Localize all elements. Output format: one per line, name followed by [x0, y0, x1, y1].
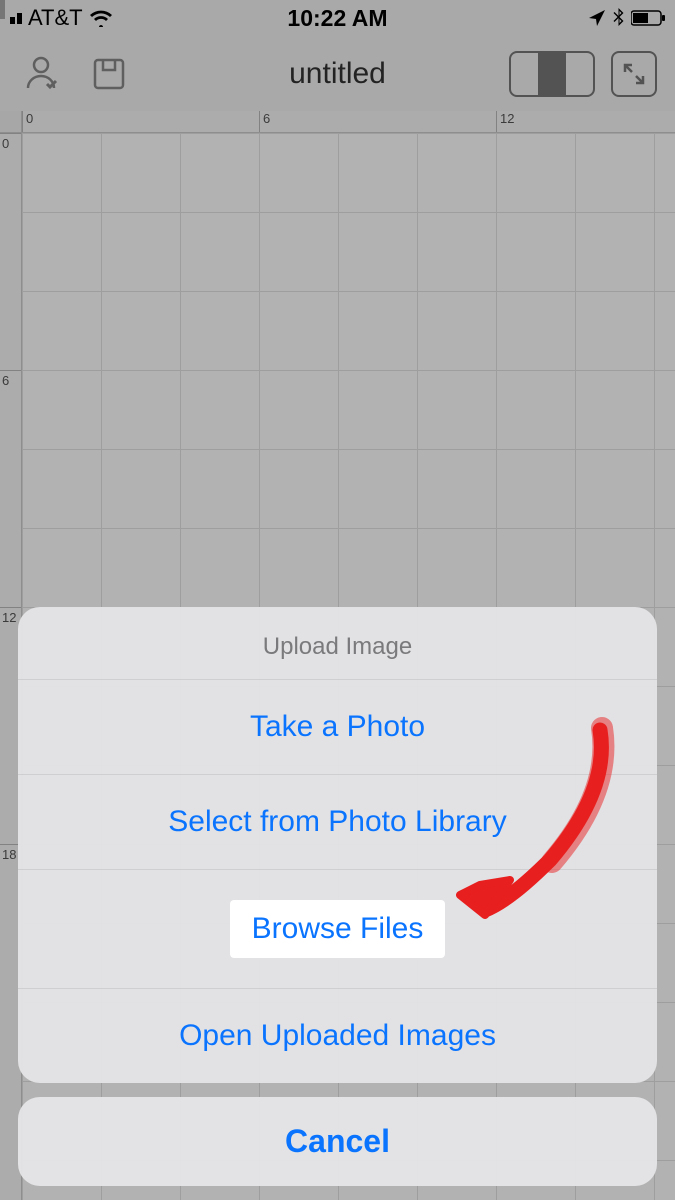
cancel-button[interactable]: Cancel: [18, 1097, 657, 1186]
action-sheet: Upload Image Take a Photo Select from Ph…: [18, 607, 657, 1186]
cancel-label: Cancel: [285, 1123, 390, 1159]
option-browse-files[interactable]: Browse Files: [18, 869, 657, 988]
option-label: Open Uploaded Images: [179, 1019, 496, 1052]
option-label: Browse Files: [230, 900, 446, 958]
option-take-photo[interactable]: Take a Photo: [18, 679, 657, 774]
sheet-title: Upload Image: [18, 607, 657, 679]
option-label: Take a Photo: [250, 710, 425, 743]
option-label: Select from Photo Library: [168, 805, 506, 838]
option-select-library[interactable]: Select from Photo Library: [18, 774, 657, 869]
option-open-uploaded[interactable]: Open Uploaded Images: [18, 988, 657, 1083]
screen: AT&T 10:22 AM: [0, 0, 675, 1200]
action-sheet-main: Upload Image Take a Photo Select from Ph…: [18, 607, 657, 1083]
